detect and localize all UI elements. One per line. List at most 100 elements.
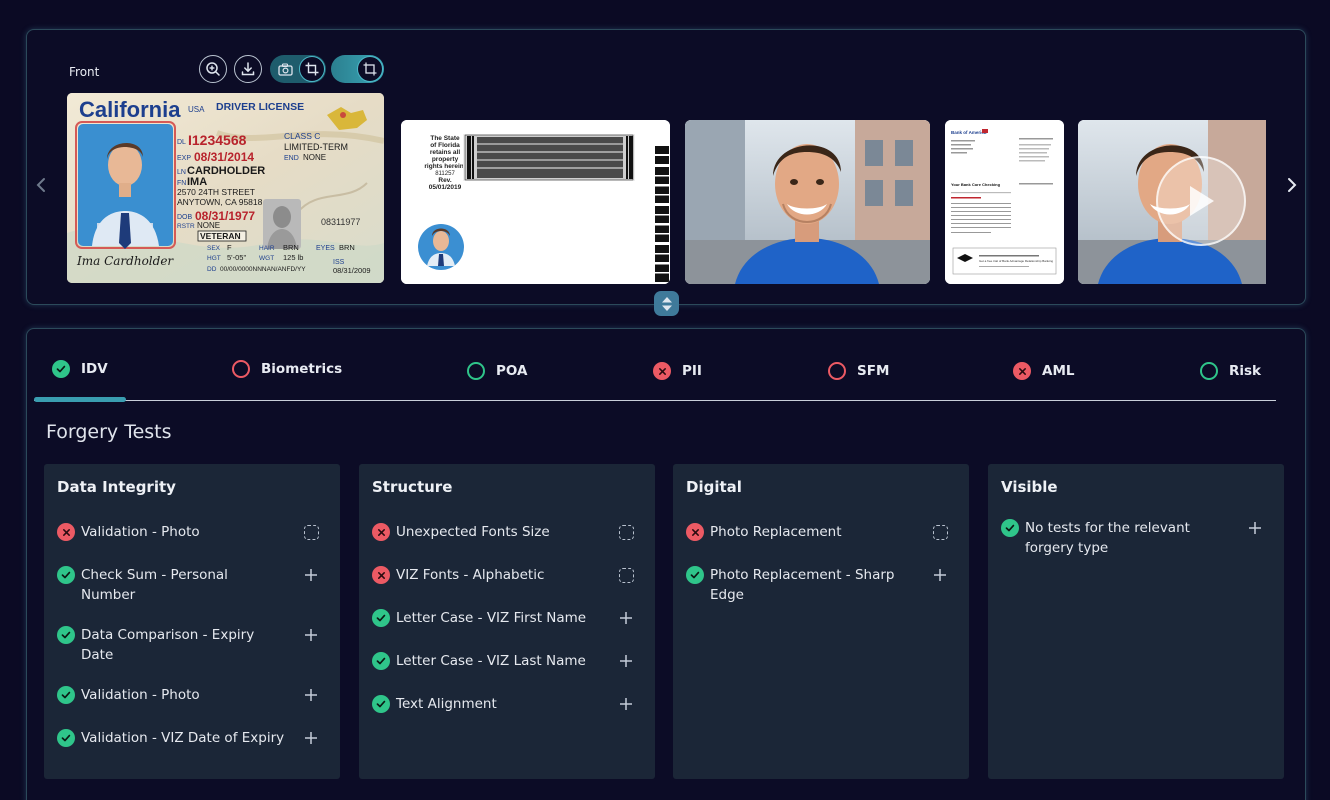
- test-label: Data Comparison - Expiry Date: [81, 627, 255, 663]
- status-ring-icon: [1200, 362, 1218, 380]
- tab-biometrics[interactable]: Biometrics: [232, 360, 342, 378]
- card-structure: Structure Unexpected Fonts Size VIZ Fonts …: [359, 464, 655, 779]
- thumb-video[interactable]: [1078, 120, 1266, 284]
- download-button[interactable]: [234, 55, 262, 83]
- expand-plus-icon[interactable]: [618, 696, 634, 712]
- tab-pii[interactable]: PII: [653, 362, 702, 380]
- test-label: Validation - VIZ Date of Expiry: [81, 730, 285, 746]
- check-icon: [372, 609, 390, 627]
- tab-poa[interactable]: POA: [467, 362, 527, 380]
- card-sex-label: SEX: [207, 245, 221, 252]
- tab-label: SFM: [857, 363, 890, 379]
- tab-label: AML: [1042, 363, 1075, 379]
- gallery-prev-button[interactable]: [31, 173, 51, 197]
- gallery-next-button[interactable]: [1282, 173, 1302, 197]
- check-icon: [57, 729, 75, 747]
- collapse-gallery-button[interactable]: [654, 291, 679, 316]
- thumb-id-back[interactable]: The State of Florida retains all propert…: [401, 120, 670, 284]
- test-row: Text Alignment: [372, 694, 644, 714]
- card-doc-type: DRIVER LICENSE: [216, 101, 304, 113]
- card-title: Digital: [686, 478, 742, 496]
- tab-label: PII: [682, 363, 702, 379]
- select-box-icon[interactable]: [618, 567, 634, 583]
- card-class: CLASS C: [284, 131, 320, 141]
- test-label: Letter Case - VIZ First Name: [396, 610, 587, 626]
- poa-document-art: Bank of America Your Bank Core Checking: [945, 120, 1064, 284]
- expand-plus-icon[interactable]: [303, 687, 319, 703]
- card-signature: Ima Cardholder: [76, 254, 174, 268]
- camera-button[interactable]: [272, 56, 298, 82]
- status-ring-icon: [467, 362, 485, 380]
- frame-toggle[interactable]: [331, 55, 384, 83]
- test-row: Check Sum - Personal Number: [57, 565, 329, 605]
- zoom-button[interactable]: [199, 55, 227, 83]
- test-label: Validation - Photo: [81, 687, 200, 703]
- tab-label: Biometrics: [261, 361, 343, 377]
- card-dd-label: DD: [207, 266, 217, 273]
- expand-plus-icon[interactable]: [932, 567, 948, 583]
- card-address-1: 2570 24TH STREET: [177, 187, 255, 197]
- side-barcode: [655, 146, 669, 282]
- play-button[interactable]: [1156, 156, 1246, 246]
- test-label: Text Alignment: [396, 696, 497, 712]
- tab-aml[interactable]: AML: [1013, 362, 1074, 380]
- check-icon: [57, 566, 75, 584]
- selfie-art: [685, 120, 930, 284]
- expand-plus-icon[interactable]: [303, 627, 319, 643]
- card-end: NONE: [303, 153, 326, 162]
- tab-label: POA: [496, 363, 528, 379]
- card-address-2: ANYTOWN, CA 95818: [177, 197, 263, 207]
- chevron-left-icon: [36, 178, 45, 192]
- dashed-box: [303, 524, 319, 540]
- test-row: Validation - Photo: [57, 685, 329, 705]
- thumb-poa-document[interactable]: Bank of America Your Bank Core Checking: [945, 120, 1064, 284]
- cross-icon: [372, 566, 390, 584]
- check-icon: [1001, 519, 1019, 537]
- test-row: Validation - Photo: [57, 522, 329, 542]
- back-line-8: 05/01/2019: [429, 184, 462, 191]
- check-icon: [57, 686, 75, 704]
- card-title: Visible: [1001, 478, 1058, 496]
- select-box-icon[interactable]: [932, 524, 948, 540]
- chevron-right-icon: [1288, 178, 1297, 192]
- select-box-icon[interactable]: [303, 524, 319, 540]
- capture-crop-switch[interactable]: [270, 55, 326, 83]
- expand-plus-icon[interactable]: [303, 567, 319, 583]
- crop-button[interactable]: [299, 56, 325, 82]
- expand-plus-icon[interactable]: [1247, 520, 1263, 536]
- card-wgt: 125 lb: [283, 253, 303, 262]
- test-row: Unexpected Fonts Size: [372, 522, 644, 542]
- card-limited: LIMITED-TERM: [284, 142, 348, 152]
- check-icon: [52, 360, 70, 378]
- cross-icon: [372, 523, 390, 541]
- card-dl-number: I1234568: [188, 132, 247, 148]
- pdf417-barcode: [463, 134, 635, 181]
- card-rstr: NONE: [197, 221, 220, 230]
- card-end-label: END: [284, 155, 299, 162]
- thumb-id-front[interactable]: California USA DRIVER LICENSE DL I123456…: [67, 93, 384, 283]
- select-box-icon[interactable]: [618, 524, 634, 540]
- back-line-1: The State: [430, 135, 460, 142]
- tab-risk[interactable]: Risk: [1200, 362, 1261, 380]
- tab-idv[interactable]: IDV: [52, 360, 108, 378]
- test-label: Validation - Photo: [81, 524, 200, 540]
- expand-plus-icon[interactable]: [618, 610, 634, 626]
- toggle-knob: [357, 56, 383, 82]
- expand-plus-icon[interactable]: [618, 653, 634, 669]
- card-fn-label: FN: [177, 180, 186, 187]
- expand-plus-icon[interactable]: [303, 730, 319, 746]
- test-row: Data Comparison - Expiry Date: [57, 625, 329, 665]
- back-line-7: Rev.: [438, 177, 451, 184]
- card-digital: Digital Photo Replacement Photo Replacemen…: [673, 464, 969, 779]
- card-state: California: [79, 97, 181, 122]
- dashed-box: [932, 524, 948, 540]
- tab-sfm[interactable]: SFM: [828, 362, 889, 380]
- card-sex: F: [227, 243, 232, 252]
- card-dd: 00/00/0000NNNAN/ANFD/YY: [220, 266, 306, 273]
- collapse-toggle-icon: [661, 296, 672, 311]
- test-label: VIZ Fonts - Alphabetic: [396, 567, 545, 583]
- card-wgt-label: WGT: [259, 255, 274, 262]
- thumb-selfie[interactable]: [685, 120, 930, 284]
- test-row: Letter Case - VIZ Last Name: [372, 651, 644, 671]
- tab-label: IDV: [81, 361, 108, 377]
